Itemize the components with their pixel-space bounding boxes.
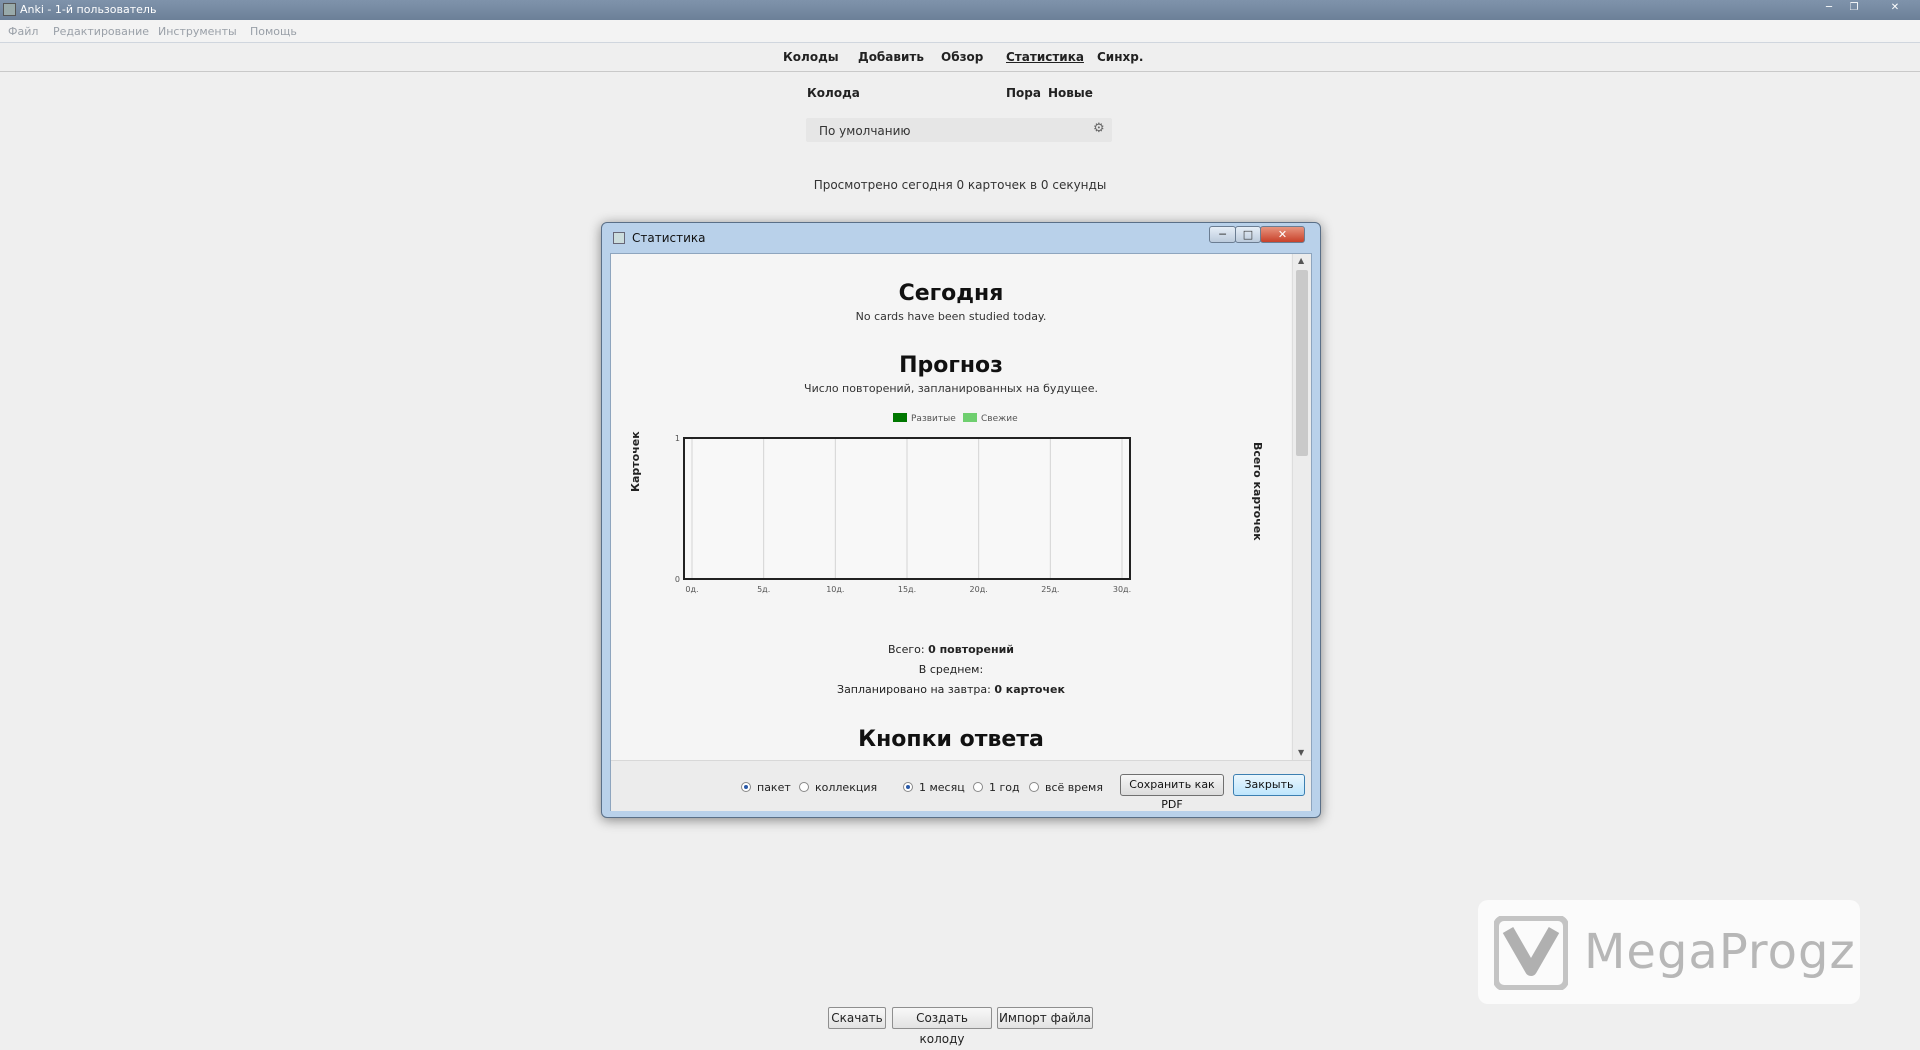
menu-tools[interactable]: Инструменты xyxy=(158,25,237,38)
scrollbar-thumb[interactable] xyxy=(1296,270,1308,456)
radio-1-year[interactable]: 1 год xyxy=(973,781,1020,794)
today-heading: Сегодня xyxy=(898,281,1004,306)
radio-1-month-indicator xyxy=(903,782,913,792)
radio-all-time-label: всё время xyxy=(1045,781,1103,794)
watermark: MegaProgz xyxy=(1478,900,1860,1004)
average-label: В среднем: xyxy=(918,663,984,676)
dialog-title: Статистика xyxy=(632,231,706,245)
save-pdf-button[interactable]: Сохранить как PDF xyxy=(1120,774,1224,811)
deck-column-header: Колода xyxy=(807,86,860,100)
radio-1-month[interactable]: 1 месяц xyxy=(903,781,965,794)
due-column-header: Пора xyxy=(1006,86,1041,100)
content-scrollbar[interactable]: ▲ ▼ xyxy=(1292,254,1311,760)
window-titlebar: Anki - 1-й пользователь ─ ❐ ✕ xyxy=(0,0,1920,20)
minimize-icon[interactable]: ─ xyxy=(1818,0,1840,16)
x-tick-label: 25д. xyxy=(1041,585,1059,594)
toolbar-stats[interactable]: Статистика xyxy=(1006,50,1084,64)
close-button[interactable]: Закрыть xyxy=(1233,774,1305,796)
x-tick-label: 0д. xyxy=(685,585,698,594)
watermark-text: MegaProgz xyxy=(1584,924,1856,980)
anki-app-icon xyxy=(3,3,16,16)
radio-collection-label: коллекция xyxy=(815,781,878,794)
deck-name-link[interactable]: По умолчанию xyxy=(819,124,911,138)
x-tick-label: 10д. xyxy=(826,585,844,594)
total-line: Всего: 0 повторений xyxy=(611,643,1291,656)
dialog-close-icon[interactable]: ✕ xyxy=(1260,226,1305,243)
menu-edit[interactable]: Редактирование xyxy=(53,25,149,38)
restore-icon[interactable]: ❐ xyxy=(1843,0,1865,16)
create-deck-button[interactable]: Создать колоду xyxy=(892,1007,992,1046)
toolbar-browse[interactable]: Обзор xyxy=(941,50,983,64)
radio-all-time[interactable]: всё время xyxy=(1029,781,1103,794)
y-tick-label: 1 xyxy=(675,434,680,443)
gear-icon[interactable]: ⚙ xyxy=(1093,121,1105,136)
forecast-heading: Прогноз xyxy=(899,353,1003,378)
new-column-header: Новые xyxy=(1048,86,1093,100)
menu-help[interactable]: Помощь xyxy=(250,25,297,38)
dialog-footer: пакет коллекция 1 месяц 1 год всё время … xyxy=(611,760,1311,811)
x-tick-label: 15д. xyxy=(898,585,916,594)
dialog-body: Сегодня No cards have been studied today… xyxy=(610,253,1312,811)
radio-collection[interactable]: коллекция xyxy=(799,781,877,794)
x-tick-label: 5д. xyxy=(757,585,770,594)
radio-all-time-indicator xyxy=(1029,782,1039,792)
menu-file[interactable]: Файл xyxy=(8,25,38,38)
forecast-chart: 0д. 5д. 10д. 15д. 20д. 25д. 30д. 0 1 xyxy=(675,434,1131,594)
radio-1-month-label: 1 месяц xyxy=(919,781,965,794)
total-value: 0 повторений xyxy=(928,643,1014,656)
stats-content: Сегодня No cards have been studied today… xyxy=(611,254,1291,760)
legend-mature: Развитые xyxy=(893,413,956,424)
legend-swatch-mature xyxy=(893,413,907,422)
radio-collection-indicator xyxy=(799,782,809,792)
total-label: Всего: xyxy=(888,643,925,656)
radio-1-year-indicator xyxy=(973,782,983,792)
import-file-button[interactable]: Импорт файла xyxy=(997,1007,1093,1029)
deck-row[interactable]: По умолчанию ⚙ xyxy=(806,118,1112,142)
tomorrow-line: Запланировано на завтра: 0 карточек xyxy=(611,683,1291,696)
toolbar-decks[interactable]: Колоды xyxy=(783,50,839,64)
scroll-up-icon[interactable]: ▲ xyxy=(1298,256,1304,265)
today-text: No cards have been studied today. xyxy=(855,310,1047,323)
x-tick-label: 20д. xyxy=(970,585,988,594)
main-toolbar: Колоды Добавить Обзор Статистика Синхр. xyxy=(0,43,1920,72)
radio-1-year-label: 1 год xyxy=(989,781,1020,794)
forecast-subtitle: Число повторений, запланированных на буд… xyxy=(804,382,1098,395)
watermark-logo-icon xyxy=(1494,916,1568,990)
average-line: В среднем: xyxy=(611,663,1291,676)
legend-swatch-young xyxy=(963,413,977,422)
studied-today-text: Просмотрено сегодня 0 карточек в 0 секун… xyxy=(813,178,1107,192)
download-deck-button[interactable]: Скачать xyxy=(828,1007,886,1029)
dialog-maximize-icon[interactable]: □ xyxy=(1235,226,1261,243)
legend-label-mature: Развитые xyxy=(911,414,956,424)
x-tick-label: 30д. xyxy=(1113,585,1131,594)
y-tick-label: 0 xyxy=(675,575,680,584)
radio-deck-indicator xyxy=(741,782,751,792)
legend-young: Свежие xyxy=(963,413,1018,424)
toolbar-sync[interactable]: Синхр. xyxy=(1097,50,1143,64)
dialog-app-icon xyxy=(613,232,625,244)
toolbar-add[interactable]: Добавить xyxy=(858,50,924,64)
window-title: Anki - 1-й пользователь xyxy=(20,3,157,16)
tomorrow-label: Запланировано на завтра: xyxy=(837,683,991,696)
radio-deck[interactable]: пакет xyxy=(741,781,791,794)
answer-buttons-heading: Кнопки ответа xyxy=(858,727,1044,752)
close-icon[interactable]: ✕ xyxy=(1884,0,1906,16)
legend-label-young: Свежие xyxy=(981,414,1018,424)
tomorrow-value: 0 карточек xyxy=(994,683,1065,696)
dialog-minimize-icon[interactable]: ─ xyxy=(1209,226,1236,243)
scroll-down-icon[interactable]: ▼ xyxy=(1298,748,1304,757)
stats-dialog: Статистика ─ □ ✕ Сегодня No cards have b… xyxy=(601,222,1321,818)
menu-bar: Файл Редактирование Инструменты Помощь xyxy=(0,20,1920,43)
radio-deck-label: пакет xyxy=(757,781,791,794)
